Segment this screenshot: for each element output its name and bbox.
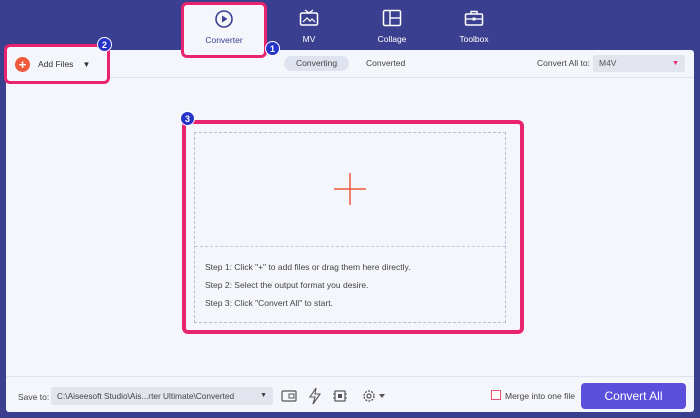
callout-badge-3: 3 [180,111,195,126]
tv-icon [299,8,319,28]
tab-label: Collage [377,34,407,44]
output-format-select[interactable]: M4V ▼ [593,55,685,72]
settings-button[interactable] [357,386,391,406]
converter-icon [214,9,234,29]
tab-toolbox[interactable]: Toolbox [431,4,517,50]
add-plus-icon[interactable] [334,173,366,205]
folder-icon [281,390,297,402]
lightning-off-icon [308,387,322,405]
caret-down-icon: ▼ [672,60,679,67]
tab-converter[interactable]: Converter [181,2,267,58]
add-files-button[interactable]: + Add Files ▼ [4,44,110,84]
tab-converted[interactable]: Converted [354,56,417,71]
chip-off-icon [333,390,347,402]
output-path-value: C:\Aiseesoft Studio\Ais...rter Ultimate\… [57,391,235,401]
merge-into-one-file-checkbox[interactable] [491,390,501,400]
tab-label: Toolbox [459,34,489,44]
toolbox-icon [464,8,484,28]
converter-panel: + Add Files ▼ Converting Converted Conve… [4,44,694,412]
convert-all-button[interactable]: Convert All [581,383,686,409]
step-3-text: Step 3: Click "Convert All" to start. [205,298,333,308]
open-folder-button[interactable] [279,386,299,406]
step-1-text: Step 1: Click "+" to add files or drag t… [205,262,411,272]
save-to-label: Save to: [18,392,50,402]
converter-toolbar: + Add Files ▼ Converting Converted Conve… [4,44,694,84]
step-2-text: Step 2: Select the output format you des… [205,280,369,290]
callout-badge-2: 2 [97,37,112,52]
format-value: M4V [599,58,617,68]
tab-converting[interactable]: Converting [284,56,350,71]
drop-zone-divider [195,246,505,247]
gpu-acceleration-button[interactable] [330,386,350,406]
file-drop-zone[interactable]: Step 1: Click "+" to add files or drag t… [194,132,506,323]
bottom-bar: Save to: C:\Aiseesoft Studio\Ais...rter … [6,376,694,412]
collage-icon [382,8,402,28]
output-path-select[interactable]: C:\Aiseesoft Studio\Ais...rter Ultimate\… [51,387,273,405]
add-files-label: Add Files [38,59,74,69]
merge-label: Merge into one file [505,391,575,401]
caret-down-icon[interactable]: ▼ [82,60,90,69]
gear-icon [363,390,385,402]
tab-label: Converter [205,35,243,45]
tab-collage[interactable]: Collage [349,4,435,50]
tab-mv[interactable]: MV [266,4,352,50]
add-icon: + [15,56,30,72]
callout-badge-1: 1 [265,41,280,56]
hardware-acceleration-button[interactable] [305,386,325,406]
convert-all-to-label: Convert All to: [537,58,590,68]
caret-down-icon: ▼ [260,392,267,399]
tab-label: MV [302,34,316,44]
